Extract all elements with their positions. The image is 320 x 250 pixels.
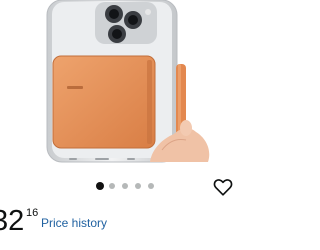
carousel-dot[interactable] <box>148 183 154 189</box>
wallet <box>52 55 156 149</box>
price-fraction: 16 <box>26 207 39 219</box>
product-image-art <box>46 0 210 163</box>
image-carousel-dots <box>96 182 156 192</box>
wallet-brand-mark <box>67 86 83 89</box>
price-whole: 32 <box>0 205 25 237</box>
camera-module <box>95 2 157 44</box>
carousel-dot[interactable] <box>135 183 141 189</box>
wishlist-button[interactable] <box>212 176 234 198</box>
carousel-dot[interactable] <box>109 183 115 189</box>
carousel-dot[interactable] <box>96 182 104 190</box>
product-image[interactable] <box>0 0 250 176</box>
price-history-link[interactable]: Price history <box>41 215 107 231</box>
carousel-dot[interactable] <box>122 183 128 189</box>
heart-outline-icon <box>213 179 233 196</box>
